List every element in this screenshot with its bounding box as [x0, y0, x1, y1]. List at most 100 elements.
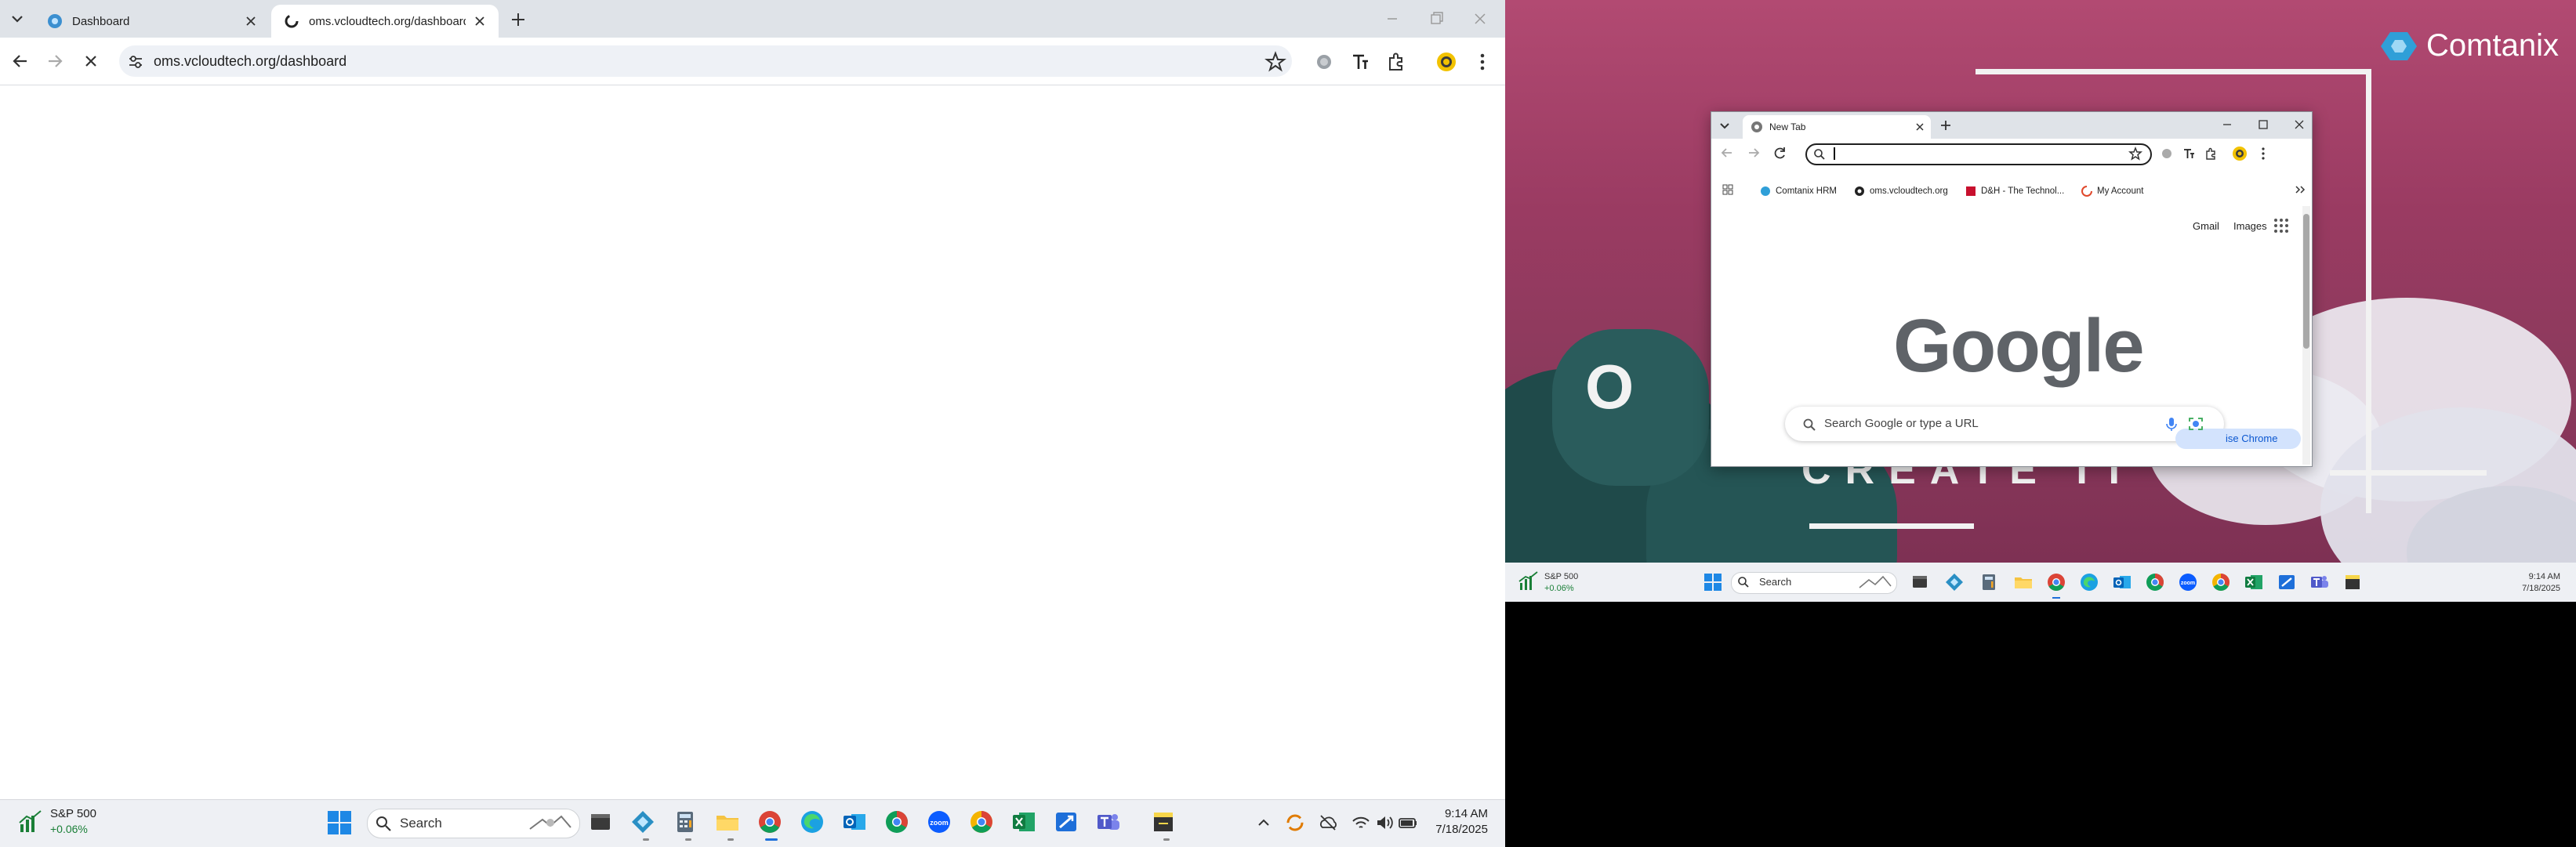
onedrive-tray-icon[interactable]: [1317, 812, 1339, 834]
taskbar-app-chrome-active[interactable]: [2046, 572, 2066, 592]
inner-address-bar[interactable]: [1805, 143, 2152, 165]
text-tool-button[interactable]: [2182, 147, 2196, 161]
taskbar-app-vcloud[interactable]: [629, 808, 657, 836]
chrome-menu-button[interactable]: [1471, 50, 1494, 74]
clock-date[interactable]: 7/18/2025: [1425, 823, 1488, 836]
close-window-button[interactable]: [2291, 118, 2307, 131]
chevron-down-icon: [12, 16, 23, 23]
voice-search-button[interactable]: [2164, 416, 2179, 432]
apps-grid-button[interactable]: [1722, 184, 1733, 195]
forward-button[interactable]: [44, 50, 66, 72]
taskbar-app-sticky-notes[interactable]: [2342, 572, 2363, 592]
bookmark-my-account[interactable]: My Account: [2081, 186, 2143, 197]
taskbar-app-teams[interactable]: [2309, 572, 2330, 592]
taskbar-app-vcloud[interactable]: [1944, 572, 1965, 592]
vcloud-favicon-icon: [1855, 186, 1864, 196]
extension-globe-button[interactable]: [2160, 147, 2174, 161]
start-button[interactable]: [325, 809, 354, 837]
wifi-tray-icon[interactable]: [1350, 812, 1372, 834]
tab-search-dropdown[interactable]: [6, 8, 28, 30]
taskbar-app-chrome-2[interactable]: [2145, 572, 2165, 592]
bookmark-comtanix-hrm[interactable]: Comtanix HRM: [1760, 186, 1837, 197]
show-hidden-icons-button[interactable]: [1254, 813, 1273, 832]
taskbar-app-zoom[interactable]: zoom: [2178, 572, 2198, 592]
back-button[interactable]: [9, 50, 31, 72]
taskbar-app-edge[interactable]: [798, 808, 826, 836]
site-info-button[interactable]: [125, 52, 146, 72]
taskbar-app-sticky-notes[interactable]: [1149, 808, 1177, 836]
taskbar-app-teams[interactable]: [1094, 808, 1123, 836]
stop-loading-button[interactable]: [80, 50, 102, 72]
taskbar-app-zoom[interactable]: zoom: [925, 808, 953, 836]
puzzle-icon: [1389, 52, 1402, 71]
bookmark-star-button[interactable]: [1264, 50, 1287, 74]
taskbar-app-chrome-2[interactable]: [883, 808, 911, 836]
stock-widget-icon[interactable]: [17, 809, 44, 835]
battery-tray-icon[interactable]: [1397, 812, 1419, 834]
extensions-button[interactable]: [2204, 147, 2218, 161]
taskbar-app-explorer-dark[interactable]: [586, 808, 615, 836]
taskbar-app-terminal[interactable]: [1910, 572, 1930, 592]
taskbar-app-calculator[interactable]: [1979, 572, 1999, 592]
bookmark-dh[interactable]: D&H - The Technol...: [1965, 186, 2064, 197]
taskbar-app-file-explorer[interactable]: [713, 808, 742, 836]
back-button[interactable]: [1719, 145, 1735, 161]
taskbar-app-outlook[interactable]: [2112, 572, 2132, 592]
taskbar-app-excel[interactable]: [1010, 808, 1038, 836]
tab-oms-dashboard[interactable]: oms.vcloudtech.org/dashboard: [271, 5, 499, 38]
chrome-menu-button[interactable]: [2255, 146, 2271, 161]
new-tab-button[interactable]: [508, 9, 528, 30]
restore-button[interactable]: [1420, 8, 1452, 30]
taskbar-app-edge[interactable]: [2079, 572, 2099, 592]
start-button[interactable]: [1703, 572, 1723, 592]
inner-browser-window: New Tab Comtanix HRM oms.vcloudtech.org …: [1711, 111, 2313, 467]
taskbar-app-chrome-active[interactable]: [756, 808, 784, 836]
scrollbar-thumb[interactable]: [2303, 214, 2309, 349]
minimize-button[interactable]: [1377, 8, 1408, 30]
tab-search-dropdown[interactable]: [1716, 117, 1733, 134]
taskbar-app-remote-desktop[interactable]: [2277, 572, 2297, 592]
gmail-link[interactable]: Gmail: [2193, 220, 2219, 232]
close-tab-icon[interactable]: [472, 13, 488, 29]
tab-dashboard[interactable]: Dashboard: [34, 5, 270, 38]
account-favicon-icon: [2081, 186, 2092, 197]
active-indicator: [765, 838, 778, 841]
profile-avatar[interactable]: [1435, 50, 1458, 74]
forward-button[interactable]: [1746, 145, 1761, 161]
bookmark-star-button[interactable]: [2128, 147, 2142, 161]
taskbar-app-calculator[interactable]: [671, 808, 699, 836]
sync-tray-icon[interactable]: [1284, 812, 1306, 834]
taskbar-app-excel[interactable]: [2244, 572, 2264, 592]
diamond-app-icon: [1946, 574, 1963, 591]
taskbar-app-remote-desktop[interactable]: [1052, 808, 1080, 836]
profile-avatar[interactable]: [2232, 146, 2248, 161]
edge-icon: [801, 811, 823, 833]
url-text[interactable]: oms.vcloudtech.org/dashboard: [154, 53, 346, 70]
taskbar-app-chrome-3[interactable]: [967, 808, 996, 836]
volume-tray-icon[interactable]: [1373, 812, 1395, 834]
more-bookmarks-button[interactable]: [2295, 184, 2306, 195]
extensions-button[interactable]: [1384, 50, 1408, 74]
lens-search-button[interactable]: [2188, 416, 2204, 432]
text-tool-button[interactable]: [1348, 50, 1372, 74]
reload-button[interactable]: [1772, 145, 1788, 161]
inner-tab-new-tab[interactable]: New Tab: [1743, 115, 1931, 139]
customize-chrome-label: ise Chrome: [2226, 433, 2278, 444]
stock-widget-icon[interactable]: [1518, 570, 1540, 592]
taskbar-app-file-explorer[interactable]: [2013, 572, 2034, 592]
close-tab-icon[interactable]: [243, 13, 259, 29]
new-tab-button[interactable]: [1939, 118, 1953, 132]
maximize-button[interactable]: [2255, 118, 2271, 131]
clock-time[interactable]: 9:14 AM: [1425, 807, 1488, 820]
images-link[interactable]: Images: [2233, 220, 2267, 232]
clock-time[interactable]: 9:14 AM: [2505, 572, 2560, 581]
google-apps-button[interactable]: [2273, 217, 2290, 234]
taskbar-app-outlook[interactable]: [840, 808, 869, 836]
bookmark-oms-vcloudtech[interactable]: oms.vcloudtech.org: [1854, 186, 1948, 197]
close-window-button[interactable]: [1464, 8, 1496, 30]
minimize-button[interactable]: [2219, 118, 2235, 131]
extension-globe-button[interactable]: [1312, 50, 1336, 74]
close-tab-icon[interactable]: [1915, 122, 1925, 132]
taskbar-app-chrome-3[interactable]: [2211, 572, 2231, 592]
clock-date[interactable]: 7/18/2025: [2505, 584, 2560, 593]
